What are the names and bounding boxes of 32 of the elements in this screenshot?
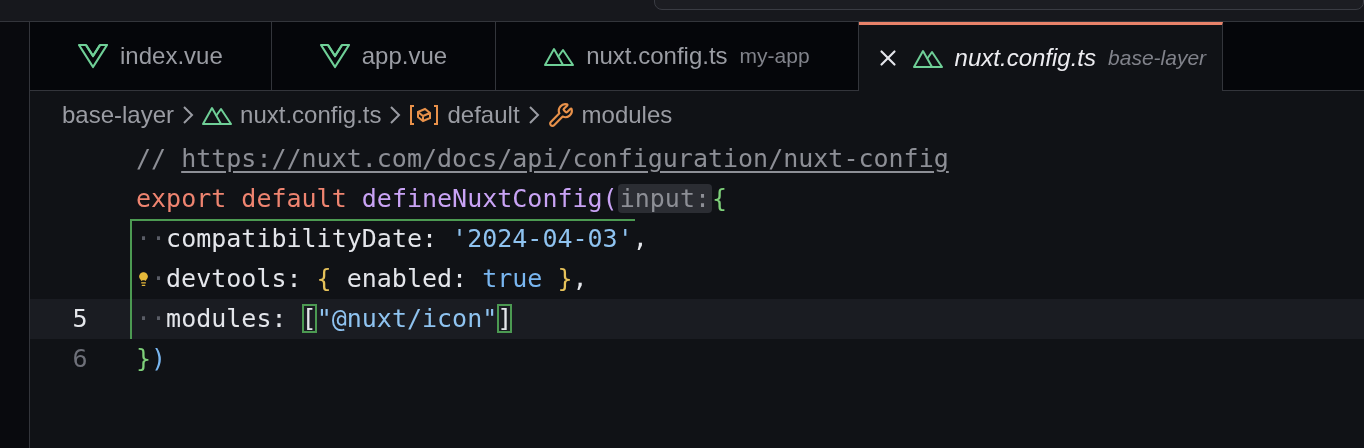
code-text: }) bbox=[136, 343, 167, 376]
code-text: ··compatibilityDate: '2024-04-03', bbox=[136, 223, 648, 256]
breadcrumb-item[interactable]: base-layer bbox=[62, 97, 175, 133]
tab-description: base-layer bbox=[1108, 45, 1207, 72]
editor-tab[interactable]: nuxt.config.ts my-app bbox=[496, 22, 859, 90]
chevron-icon bbox=[389, 105, 402, 125]
breadcrumb-item[interactable]: default bbox=[409, 97, 520, 133]
editor-tab[interactable]: app.vue bbox=[271, 22, 497, 90]
chevron-icon bbox=[527, 105, 540, 125]
code-text: export default defineNuxtConfig(input:{ bbox=[136, 183, 728, 216]
breadcrumb-item[interactable]: modules bbox=[547, 97, 673, 133]
editor-tab[interactable]: index.vue bbox=[30, 22, 272, 90]
vue-logo-icon bbox=[78, 43, 108, 69]
mountain-icon bbox=[202, 105, 233, 125]
line-number: 6 bbox=[72, 343, 88, 376]
mountain-icon bbox=[912, 48, 943, 68]
editor-tab[interactable]: nuxt.config.ts base-layer bbox=[858, 22, 1224, 91]
tab-description: my-app bbox=[739, 43, 810, 70]
breadcrumb-item[interactable]: nuxt.config.ts bbox=[202, 97, 382, 133]
tab-label: nuxt.config.ts bbox=[586, 41, 728, 71]
tab-label: index.vue bbox=[120, 41, 223, 71]
code-text: ··modules: ["@nuxt/icon"] bbox=[136, 303, 513, 336]
vue-logo-icon bbox=[319, 43, 350, 69]
wrench-icon bbox=[547, 102, 574, 128]
tab-label: nuxt.config.ts bbox=[954, 43, 1097, 73]
tab-label: app.vue bbox=[361, 41, 448, 71]
mountain-icon bbox=[544, 46, 575, 66]
line-number: 5 bbox=[72, 303, 88, 336]
module-icon bbox=[409, 104, 440, 126]
code-text: // https://nuxt.com/docs/api/configuration/nuxt-config bbox=[136, 143, 949, 176]
chevron-icon bbox=[182, 105, 195, 125]
code-text: ·devtools: { enabled: true }, bbox=[151, 263, 588, 296]
